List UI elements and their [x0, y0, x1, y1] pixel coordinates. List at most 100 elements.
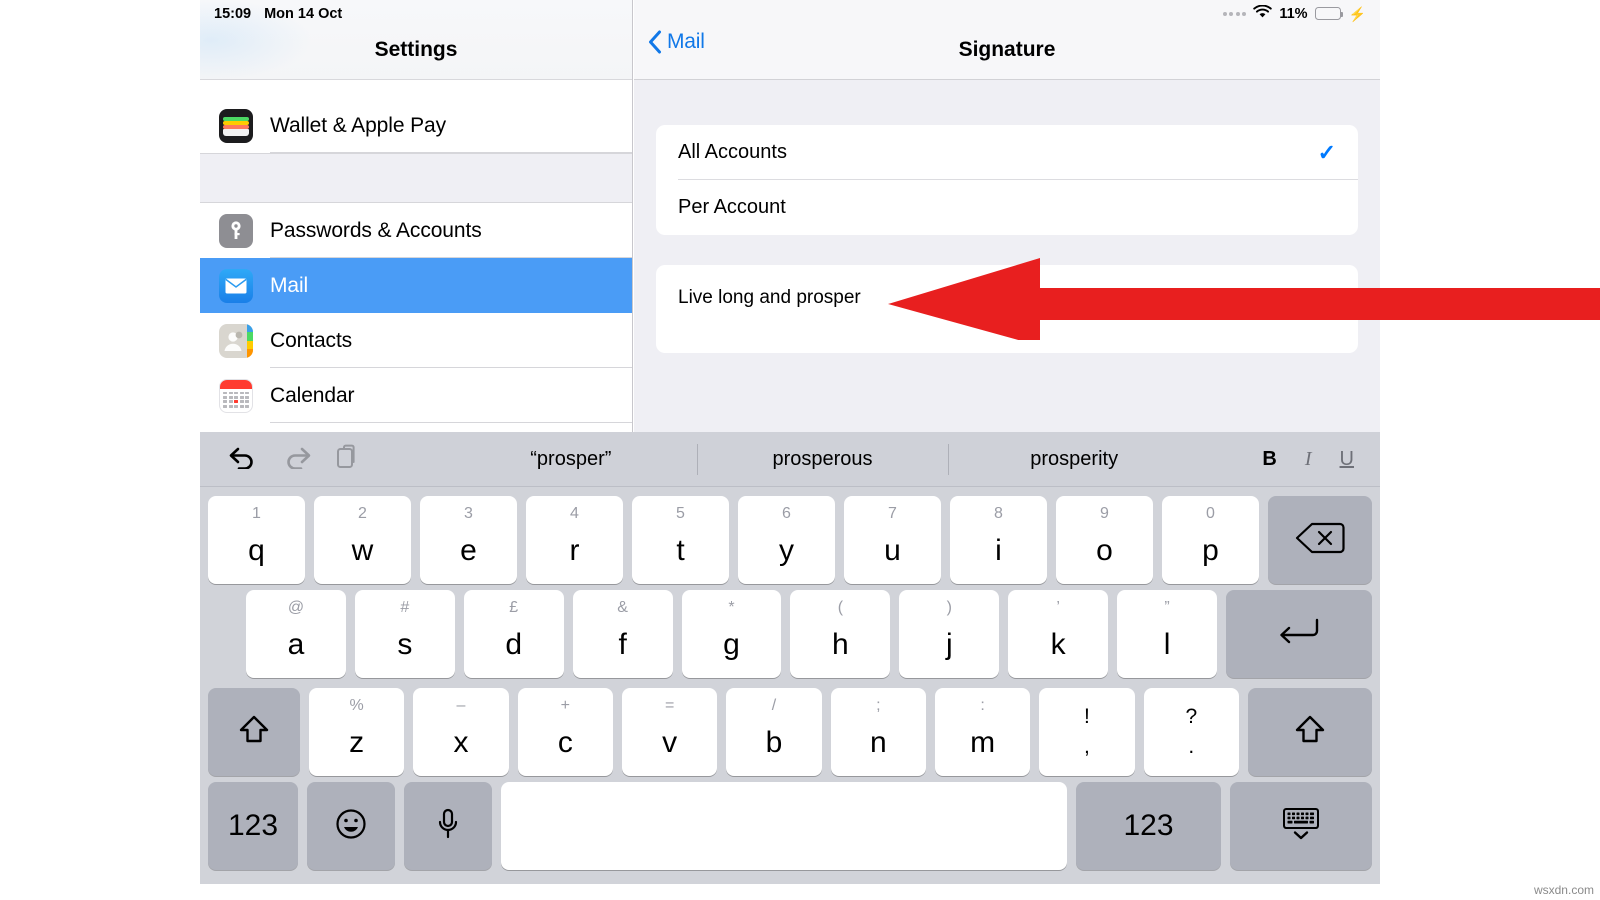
key-k[interactable]: ’ k — [1008, 590, 1109, 678]
key-alt-label: % — [349, 697, 364, 714]
option-per-account[interactable]: Per Account — [656, 180, 1358, 235]
sidebar-item-calendar[interactable]: Calendar — [200, 368, 632, 423]
key-a[interactable]: @ a — [246, 590, 346, 678]
key-y[interactable]: 6y — [738, 496, 835, 584]
key-j[interactable]: ) j — [899, 590, 1000, 678]
key-label: 123 — [227, 809, 279, 842]
signature-textarea-card[interactable]: Live long and prosper — [656, 265, 1358, 353]
shift-icon — [237, 713, 271, 752]
key-alt-label: 6 — [782, 505, 791, 522]
suggestion-2[interactable]: prosperity — [948, 432, 1200, 487]
redo-icon[interactable] — [282, 445, 312, 474]
key-label: k — [1050, 628, 1066, 661]
key-h[interactable]: (h — [790, 590, 891, 678]
option-all-accounts[interactable]: All Accounts ✓ — [656, 125, 1358, 180]
paste-icon[interactable] — [336, 444, 360, 475]
screenshot-root: 15:09 Mon 14 Oct 11% ⚡ Settings Wallet &… — [0, 0, 1600, 900]
italic-button[interactable]: I — [1305, 448, 1312, 471]
return-icon — [1277, 617, 1321, 652]
key-label: x — [453, 726, 469, 759]
key-i[interactable]: 8i — [950, 496, 1047, 584]
key-t[interactable]: 5t — [632, 496, 729, 584]
sidebar-item-label: Wallet & Apple Pay — [270, 113, 447, 137]
key-q[interactable]: 1q — [208, 496, 305, 584]
sidebar-item-passwords-accounts[interactable]: Passwords & Accounts — [200, 203, 632, 258]
key-l[interactable]: ” l — [1117, 590, 1218, 678]
charging-bolt-icon: ⚡ — [1348, 5, 1366, 22]
suggestion-1[interactable]: prosperous — [696, 432, 949, 487]
key-label: r — [569, 534, 580, 567]
key-z[interactable]: % z — [309, 688, 405, 776]
key-bottom-label: . — [1188, 735, 1195, 758]
key-e[interactable]: 3e — [420, 496, 517, 584]
sidebar-item-contacts[interactable]: Contacts — [200, 313, 632, 368]
page-title: Signature — [958, 38, 1056, 61]
key-label: u — [884, 534, 901, 567]
key-top-label: ? — [1185, 705, 1198, 728]
key-p[interactable]: 0p — [1162, 496, 1259, 584]
key-alt-label: 0 — [1206, 505, 1215, 522]
key-label: z — [349, 726, 365, 759]
bold-button[interactable]: B — [1262, 448, 1276, 471]
key-alt-label: ” — [1164, 599, 1170, 616]
key-label: l — [1163, 628, 1171, 661]
wallet-icon — [219, 108, 253, 143]
key-space[interactable] — [501, 782, 1067, 870]
key-alt-label: * — [728, 599, 735, 616]
key-b[interactable]: / b — [726, 688, 822, 776]
signature-text-value[interactable]: Live long and prosper — [678, 287, 861, 309]
sidebar-item-wallet-apple-pay[interactable]: Wallet & Apple Pay — [200, 98, 632, 153]
key-o[interactable]: 9o — [1056, 496, 1153, 584]
bezel-left — [0, 0, 200, 900]
undo-icon[interactable] — [228, 445, 258, 474]
key-hide-keyboard[interactable] — [1230, 782, 1372, 870]
key-top-label: ! — [1084, 705, 1090, 728]
key-d[interactable]: £ d — [463, 590, 564, 678]
key-g[interactable]: * g — [681, 590, 782, 678]
key-label: o — [1096, 534, 1113, 567]
key-n[interactable]: ; n — [830, 688, 926, 776]
key-w[interactable]: 2w — [314, 496, 411, 584]
key-backspace[interactable] — [1268, 496, 1372, 584]
key-label: y — [779, 534, 794, 567]
key-alt-label: 4 — [570, 505, 579, 522]
key-alt-label: / — [771, 697, 777, 714]
option-label: Per Account — [678, 196, 786, 218]
key-r[interactable]: 4r — [526, 496, 623, 584]
key-v[interactable]: = v — [621, 688, 718, 776]
contacts-icon — [219, 323, 253, 358]
key-numbers-left[interactable]: 123 — [208, 782, 298, 870]
key-label: w — [351, 534, 374, 567]
key-shift-left[interactable] — [208, 688, 300, 776]
key-alt-label: 2 — [358, 505, 367, 522]
key-alt-label: 5 — [676, 505, 685, 522]
keyboard-toolbar-right: B I U — [1262, 432, 1354, 487]
key-alt-label: = — [664, 697, 675, 714]
status-bar: 15:09 Mon 14 Oct 11% ⚡ — [200, 0, 1380, 27]
key-s[interactable]: # s — [354, 590, 455, 678]
predictive-suggestions: “prosper” prosperous prosperity — [445, 432, 1200, 487]
key-exclamation-comma[interactable]: ! , — [1039, 688, 1135, 776]
key-m[interactable]: :m — [934, 688, 1031, 776]
status-date: Mon 14 Oct — [264, 5, 343, 22]
key-label: v — [662, 726, 678, 759]
key-u[interactable]: 7u — [844, 496, 941, 584]
key-label: a — [287, 628, 305, 661]
underline-button[interactable]: U — [1340, 448, 1354, 471]
mail-icon — [219, 268, 253, 303]
key-dictation[interactable] — [404, 782, 492, 870]
sidebar-item-label: Mail — [270, 273, 309, 297]
status-time: 15:09 — [214, 5, 252, 22]
key-numbers-right[interactable]: 123 — [1076, 782, 1221, 870]
wifi-icon — [1253, 4, 1273, 23]
calendar-icon — [219, 378, 253, 413]
key-question-period[interactable]: ? . — [1143, 688, 1239, 776]
key-shift-right[interactable] — [1247, 688, 1372, 776]
key-f[interactable]: & f — [572, 590, 673, 678]
key-emoji[interactable] — [307, 782, 395, 870]
key-return[interactable] — [1226, 590, 1373, 678]
suggestion-0[interactable]: “prosper” — [445, 432, 697, 487]
key-x[interactable]: – x — [413, 688, 509, 776]
sidebar-item-mail[interactable]: Mail — [200, 258, 632, 313]
key-c[interactable]: + c — [517, 688, 613, 776]
